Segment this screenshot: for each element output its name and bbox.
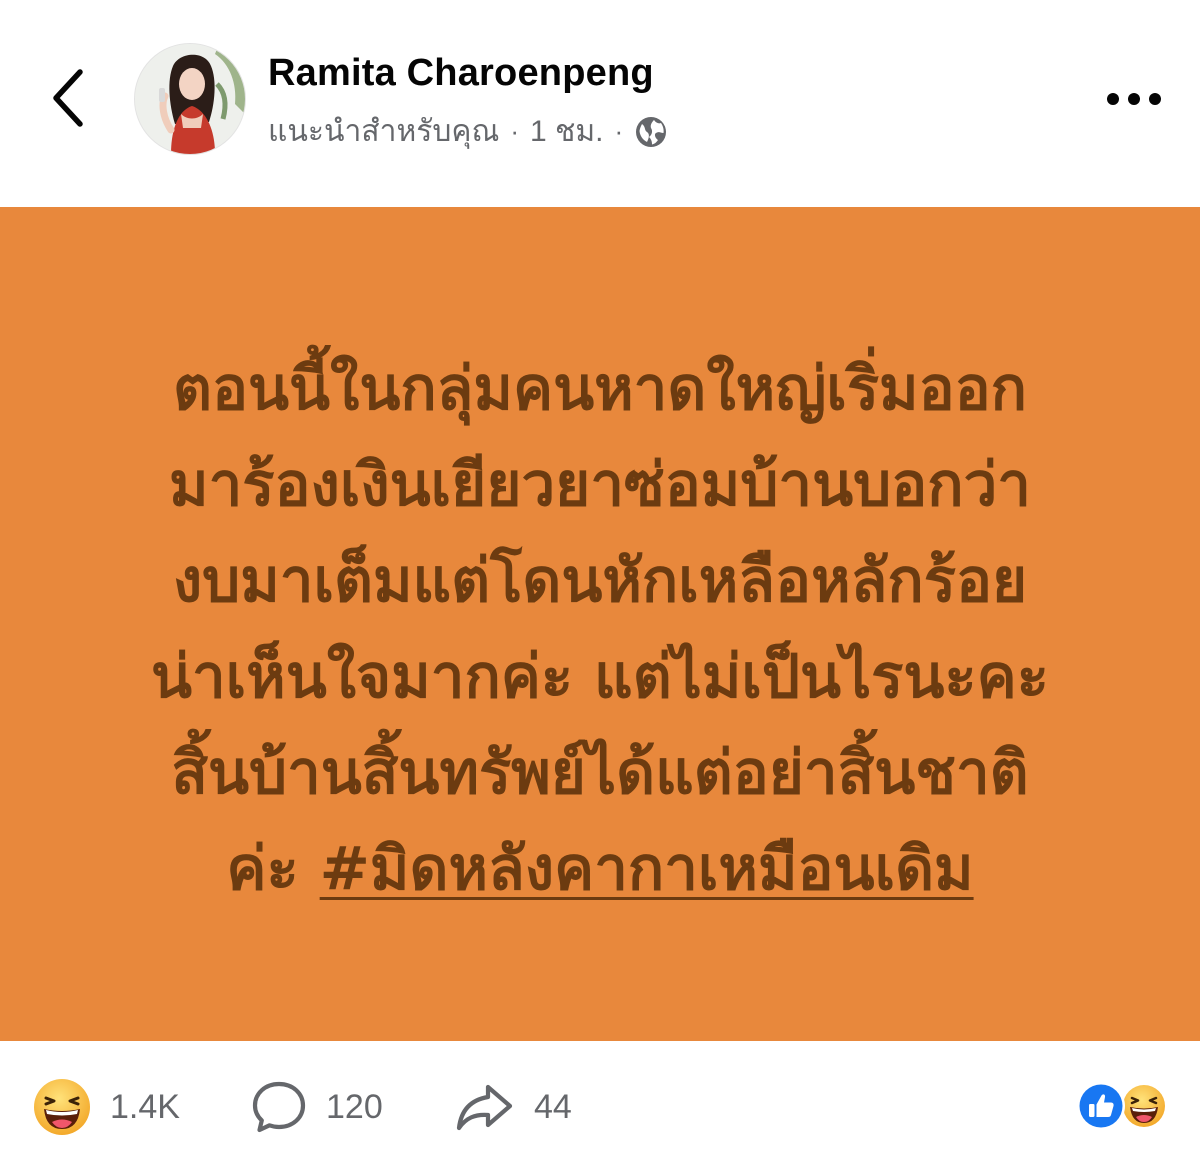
comment-icon [252, 1081, 306, 1133]
post-meta: แนะนำสำหรับคุณ · 1 ชม. · [268, 108, 668, 155]
avatar[interactable] [134, 43, 246, 155]
comment-button[interactable]: 120 [250, 1077, 383, 1137]
author-name[interactable]: Ramita Charoenpeng [268, 52, 654, 95]
post-text-line: สิ้นบ้านสิ้นทรัพย์ได้แต่อย่าสิ้นชาติ [171, 738, 1029, 808]
share-button[interactable]: 44 [454, 1077, 572, 1137]
react-button[interactable]: 1.4K [32, 1077, 180, 1137]
post-text-line: มาร้องเงินเยียวยาซ่อมบ้านบอกว่า [169, 450, 1031, 520]
avatar-image [135, 44, 245, 154]
shares-count: 44 [534, 1087, 572, 1126]
suggested-label: แนะนำสำหรับคุณ [268, 115, 500, 148]
reactions-count: 1.4K [110, 1087, 180, 1126]
post-text-line: น่าเห็นใจมากค่ะ แต่ไม่เป็นไรนะคะ [150, 642, 1050, 712]
more-horizontal-icon[interactable] [1106, 90, 1162, 108]
haha-reaction-icon [34, 1079, 90, 1135]
chevron-left-icon[interactable] [44, 66, 94, 130]
post-time[interactable]: 1 ชม. [530, 108, 604, 155]
reaction-summary[interactable] [1076, 1081, 1170, 1131]
haha-reaction-icon [1121, 1083, 1167, 1129]
post-text-line: ค่ะ #มิดหลังคากาเหมือนเดิม [0, 821, 1200, 917]
like-reaction-icon [1077, 1082, 1125, 1130]
post-text-line: งบมาเต็มแต่โดนหักเหลือหลักร้อย [172, 546, 1028, 616]
post-text: ตอนนี้ในกลุ่มคนหาดใหญ่เริ่มออก มาร้องเงิ… [0, 341, 1200, 917]
meta-separator: · [510, 116, 519, 146]
text-post-card: ตอนนี้ในกลุ่มคนหาดใหญ่เริ่มออก มาร้องเงิ… [0, 207, 1200, 1041]
post-text-line: ตอนนี้ในกลุ่มคนหาดใหญ่เริ่มออก [172, 354, 1027, 424]
share-icon [456, 1084, 513, 1131]
post-actions-bar: 1.4K 120 44 [0, 1041, 1200, 1160]
meta-separator: · [614, 116, 624, 146]
globe-icon [636, 116, 667, 147]
reaction-summary-icons [1077, 1082, 1167, 1130]
post-header: Ramita Charoenpeng แนะนำสำหรับคุณ · 1 ชม… [0, 0, 1200, 206]
hashtag-link[interactable]: #มิดหลังคากาเหมือนเดิม [320, 834, 974, 904]
post-text-prefix: ค่ะ [226, 834, 320, 904]
comments-count: 120 [326, 1087, 383, 1126]
